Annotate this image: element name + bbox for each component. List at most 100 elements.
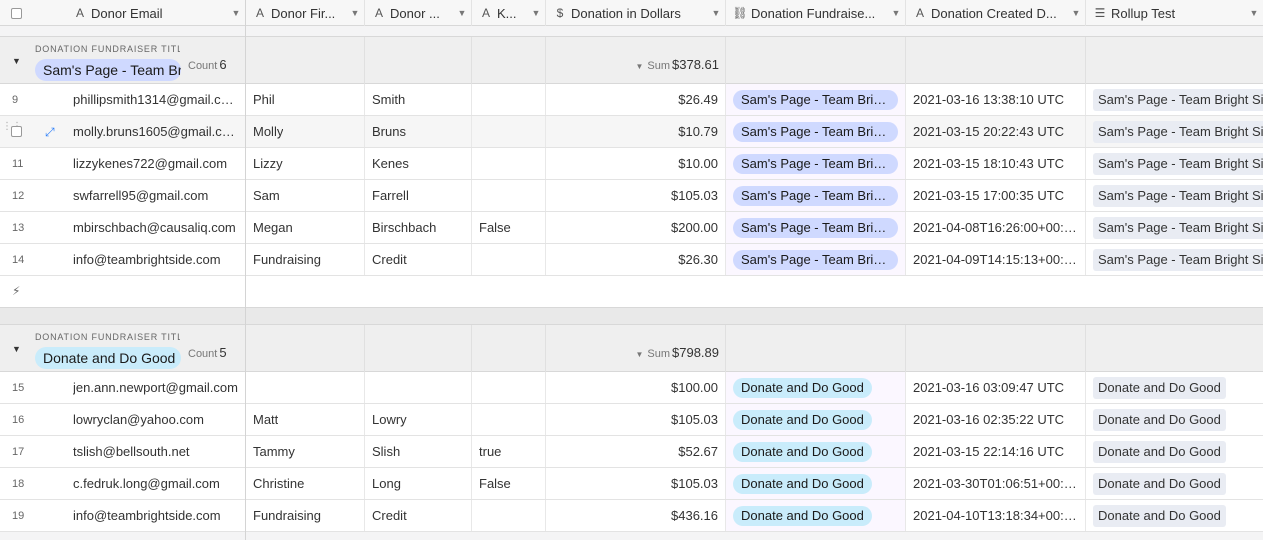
cell-k[interactable]	[472, 244, 546, 275]
chevron-down-icon[interactable]: ▼	[709, 8, 723, 18]
cell-last[interactable]: Credit	[365, 244, 472, 275]
cell-last[interactable]: Farrell	[365, 180, 472, 211]
cell-rollup[interactable]: Sam's Page - Team Bright Side	[1086, 116, 1263, 147]
cell-k[interactable]: true	[472, 436, 546, 467]
cell-email[interactable]: tslish@bellsouth.net	[66, 436, 246, 467]
cell-created[interactable]: 2021-04-10T13:18:34+00:00	[906, 500, 1086, 531]
cell-last[interactable]: Long	[365, 468, 472, 499]
cell-first[interactable]: Fundraising	[246, 500, 365, 531]
chevron-down-icon[interactable]: ▼	[635, 62, 643, 71]
bolt-icon[interactable]: ⚡	[12, 284, 20, 298]
chevron-down-icon[interactable]: ▼	[348, 8, 362, 18]
cell-last[interactable]	[365, 372, 472, 403]
cell-created[interactable]: 2021-03-16 03:09:47 UTC	[906, 372, 1086, 403]
cell-email[interactable]: info@teambrightside.com	[66, 244, 246, 275]
cell-amount[interactable]: $10.00	[546, 148, 726, 179]
cell-fund[interactable]: Donate and Do Good	[726, 468, 906, 499]
cell-first[interactable]: Phil	[246, 84, 365, 115]
cell-first[interactable]	[246, 372, 365, 403]
cell-k[interactable]: False	[472, 212, 546, 243]
cell-k[interactable]	[472, 180, 546, 211]
cell-fund[interactable]: Sam's Page - Team Bright Side	[726, 116, 906, 147]
column-header-rollup-test[interactable]: ☰ Rollup Test ▼	[1086, 0, 1263, 26]
column-header-donor-email[interactable]: A Donor Email ▼	[66, 0, 246, 26]
table-row[interactable]: 19 info@teambrightside.com Fundraising Cred…	[0, 500, 1263, 532]
cell-fund[interactable]: Donate and Do Good	[726, 500, 906, 531]
chevron-down-icon[interactable]: ▼	[635, 350, 643, 359]
cell-first[interactable]: Tammy	[246, 436, 365, 467]
cell-rollup[interactable]: Donate and Do Good	[1086, 372, 1263, 403]
cell-amount[interactable]: $200.00	[546, 212, 726, 243]
column-header-donation-fundraiser[interactable]: ⛓ Donation Fundraise... ▼	[726, 0, 906, 26]
cell-first[interactable]: Sam	[246, 180, 365, 211]
group-collapse-toggle-icon[interactable]: ▼	[12, 344, 21, 354]
cell-fund[interactable]: Sam's Page - Team Bright Side	[726, 180, 906, 211]
cell-k[interactable]	[472, 372, 546, 403]
group-sum[interactable]: ▼ Sum $798.89	[635, 345, 719, 360]
cell-created[interactable]: 2021-03-16 13:38:10 UTC	[906, 84, 1086, 115]
cell-created[interactable]: 2021-03-15 17:00:35 UTC	[906, 180, 1086, 211]
cell-last[interactable]: Lowry	[365, 404, 472, 435]
cell-email[interactable]: mbirschbach@causaliq.com	[66, 212, 246, 243]
table-row[interactable]: 15 jen.ann.newport@gmail.com $100.00 Donate…	[0, 372, 1263, 404]
table-row[interactable]: 9 phillipsmith1314@gmail.com Phil Smith $26.…	[0, 84, 1263, 116]
cell-last[interactable]: Credit	[365, 500, 472, 531]
cell-rollup[interactable]: Donate and Do Good	[1086, 436, 1263, 467]
cell-first[interactable]: Christine	[246, 468, 365, 499]
cell-amount[interactable]: $105.03	[546, 180, 726, 211]
column-header-donation-created[interactable]: A Donation Created D... ▼	[906, 0, 1086, 26]
cell-last[interactable]: Slish	[365, 436, 472, 467]
cell-fund[interactable]: Sam's Page - Team Bright Side	[726, 212, 906, 243]
cell-rollup[interactable]: Donate and Do Good	[1086, 468, 1263, 499]
cell-fund[interactable]: Sam's Page - Team Bright Side	[726, 244, 906, 275]
cell-amount[interactable]: $100.00	[546, 372, 726, 403]
cell-amount[interactable]: $105.03	[546, 468, 726, 499]
cell-email[interactable]: c.fedruk.long@gmail.com	[66, 468, 246, 499]
cell-fund[interactable]: Donate and Do Good	[726, 404, 906, 435]
cell-amount[interactable]: $26.30	[546, 244, 726, 275]
add-record-cell[interactable]: ⚡	[0, 276, 246, 307]
expand-record-icon[interactable]: ⤢	[45, 125, 59, 139]
chevron-down-icon[interactable]: ▼	[529, 8, 543, 18]
row-checkbox[interactable]	[11, 126, 22, 137]
column-header-donor-first[interactable]: A Donor Fir... ▼	[246, 0, 365, 26]
cell-rollup[interactable]: Sam's Page - Team Bright Side	[1086, 244, 1263, 275]
chevron-down-icon[interactable]: ▼	[1069, 8, 1083, 18]
cell-created[interactable]: 2021-03-16 02:35:22 UTC	[906, 404, 1086, 435]
cell-created[interactable]: 2021-03-15 18:10:43 UTC	[906, 148, 1086, 179]
cell-first[interactable]: Megan	[246, 212, 365, 243]
cell-fund[interactable]: Sam's Page - Team Bright Side	[726, 148, 906, 179]
column-header-donor-last[interactable]: A Donor ... ▼	[365, 0, 472, 26]
cell-k[interactable]	[472, 84, 546, 115]
cell-k[interactable]	[472, 500, 546, 531]
column-header-donation-dollars[interactable]: $ Donation in Dollars ▼	[546, 0, 726, 26]
chevron-down-icon[interactable]: ▼	[1247, 8, 1261, 18]
select-all-checkbox[interactable]	[11, 7, 22, 19]
cell-email[interactable]: lizzykenes722@gmail.com	[66, 148, 246, 179]
cell-created[interactable]: 2021-04-08T16:26:00+00:00	[906, 212, 1086, 243]
cell-created[interactable]: 2021-03-15 20:22:43 UTC	[906, 116, 1086, 147]
cell-rollup[interactable]: Sam's Page - Team Bright Side	[1086, 212, 1263, 243]
cell-last[interactable]: Bruns	[365, 116, 472, 147]
table-row[interactable]: 12 swfarrell95@gmail.com Sam Farrell $105.03…	[0, 180, 1263, 212]
table-row[interactable]: ⋮⋮⤢molly.bruns1605@gmail.comMollyBruns$1…	[0, 116, 1263, 148]
cell-email[interactable]: jen.ann.newport@gmail.com	[66, 372, 246, 403]
group-collapse-toggle-icon[interactable]: ▼	[12, 56, 21, 66]
cell-created[interactable]: 2021-04-09T14:15:13+00:00	[906, 244, 1086, 275]
table-row[interactable]: 13 mbirschbach@causaliq.com Megan Birschbac…	[0, 212, 1263, 244]
cell-email[interactable]: info@teambrightside.com	[66, 500, 246, 531]
cell-fund[interactable]: Sam's Page - Team Bright Side	[726, 84, 906, 115]
cell-first[interactable]: Fundraising	[246, 244, 365, 275]
column-header-k[interactable]: A K... ▼	[472, 0, 546, 26]
group-sum[interactable]: ▼ Sum $378.61	[635, 57, 719, 72]
cell-fund[interactable]: Donate and Do Good	[726, 436, 906, 467]
cell-rollup[interactable]: Donate and Do Good	[1086, 500, 1263, 531]
cell-rollup[interactable]: Sam's Page - Team Bright Side	[1086, 84, 1263, 115]
cell-last[interactable]: Kenes	[365, 148, 472, 179]
table-row[interactable]: 14 info@teambrightside.com Fundraising Cred…	[0, 244, 1263, 276]
cell-rollup[interactable]: Sam's Page - Team Bright Side	[1086, 148, 1263, 179]
table-row[interactable]: 11 lizzykenes722@gmail.com Lizzy Kenes $10.0…	[0, 148, 1263, 180]
cell-last[interactable]: Birschbach	[365, 212, 472, 243]
chevron-down-icon[interactable]: ▼	[889, 8, 903, 18]
cell-k[interactable]	[472, 404, 546, 435]
